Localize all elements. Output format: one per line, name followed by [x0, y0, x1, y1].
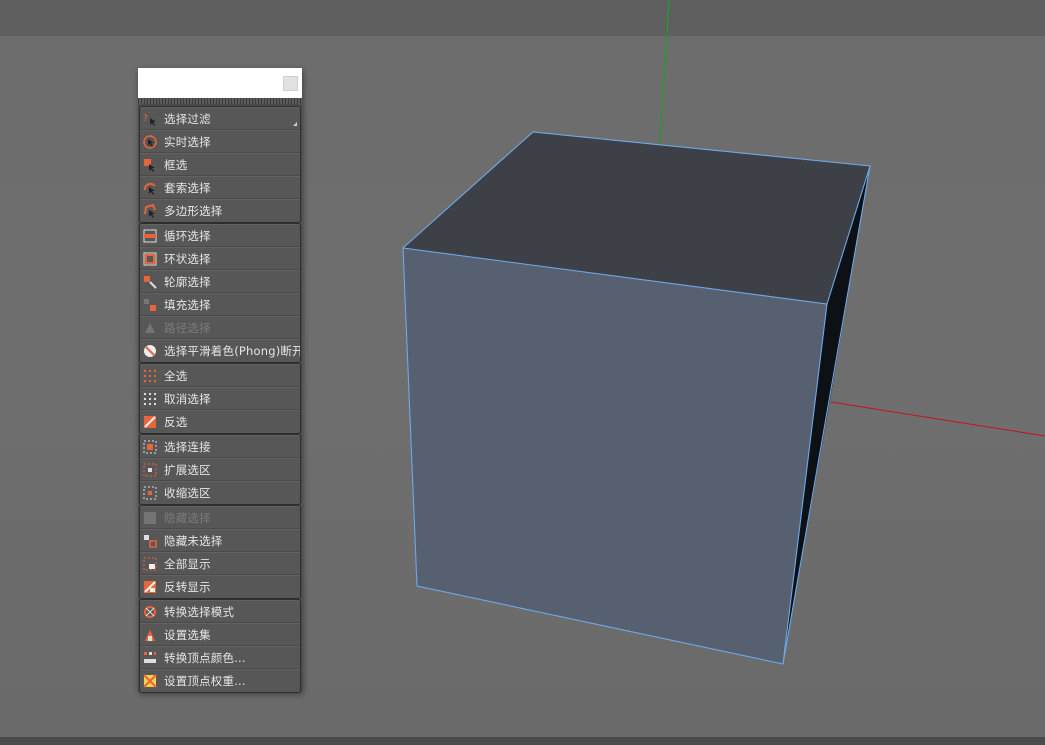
menu-item-select-filter[interactable]: ? 选择过滤: [140, 107, 300, 130]
menu-group-conversion: 转换选择模式 设置选集 转换顶点颜色... 设置顶点权重...: [139, 599, 301, 693]
ring-select-icon: [142, 252, 158, 266]
invert-select-icon: [142, 415, 158, 429]
loop-select-icon: [142, 229, 158, 243]
box-select-icon: [142, 158, 158, 172]
menu-item-deselect[interactable]: 取消选择: [140, 387, 300, 410]
menu-item-fill-select[interactable]: 填充选择: [140, 293, 300, 316]
menu-item-invert-select[interactable]: 反选: [140, 410, 300, 433]
menu-group-selection-range: 选择连接 扩展选区 收缩选区: [139, 434, 301, 505]
panel-drag-grip[interactable]: [138, 98, 302, 104]
svg-text:?: ?: [143, 114, 148, 124]
menu-item-convert-selection[interactable]: 转换选择模式: [140, 600, 300, 623]
cube-front-face[interactable]: [403, 248, 827, 664]
menu-item-live-select[interactable]: 实时选择: [140, 130, 300, 153]
menu-item-shrink-selection[interactable]: 收缩选区: [140, 481, 300, 504]
lasso-select-icon: [142, 181, 158, 195]
menu-group-loop-tools: 循环选择 环状选择 轮廓选择 填充选择 路径选择 选择平滑着色(Phong)断开: [139, 223, 301, 363]
menu-group-select-tools: ? 选择过滤 实时选择 框选 套索选择 多边形选择: [139, 106, 301, 223]
live-select-icon: [142, 134, 158, 149]
menu-item-invert-visibility[interactable]: 反转显示: [140, 575, 300, 598]
menu-item-phong-break-select[interactable]: 选择平滑着色(Phong)断开: [140, 339, 300, 362]
shrink-selection-icon: [142, 486, 158, 500]
invert-visibility-icon: [142, 580, 158, 594]
menu-item-unhide-all[interactable]: 全部显示: [140, 552, 300, 575]
menu-item-hide-unselected[interactable]: 隐藏未选择: [140, 529, 300, 552]
unhide-all-icon: [142, 557, 158, 571]
x-axis-line: [830, 401, 1045, 437]
panel-close-button[interactable]: [283, 76, 298, 91]
outline-select-icon: [142, 275, 158, 289]
hide-unselected-icon: [142, 534, 158, 548]
menu-item-polygon-select[interactable]: 多边形选择: [140, 199, 300, 222]
filter-icon: ?: [142, 112, 158, 126]
3d-viewport[interactable]: ? 选择过滤 实时选择 框选 套索选择 多边形选择 循环选择 环状选择 轮廓选择…: [0, 0, 1045, 745]
polygon-select-icon: [142, 204, 158, 218]
select-all-icon: [142, 369, 158, 383]
path-select-icon: [142, 321, 158, 335]
menu-item-loop-select[interactable]: 循环选择: [140, 224, 300, 247]
convert-selection-icon: [142, 605, 158, 619]
deselect-icon: [142, 392, 158, 406]
set-selection-icon: [142, 628, 158, 642]
menu-item-select-connected[interactable]: 选择连接: [140, 435, 300, 458]
menu-item-path-select[interactable]: 路径选择: [140, 316, 300, 339]
menu-item-grow-selection[interactable]: 扩展选区: [140, 458, 300, 481]
menu-item-convert-vertex-color[interactable]: 转换顶点颜色...: [140, 646, 300, 669]
select-connected-icon: [142, 440, 158, 454]
menu-item-outline-select[interactable]: 轮廓选择: [140, 270, 300, 293]
menu-item-hide-selected[interactable]: 隐藏选择: [140, 506, 300, 529]
submenu-arrow-icon: [293, 122, 297, 126]
phong-break-icon: [142, 344, 158, 358]
menu-item-lasso-select[interactable]: 套索选择: [140, 176, 300, 199]
menu-item-ring-select[interactable]: 环状选择: [140, 247, 300, 270]
panel-title-bar[interactable]: [138, 68, 302, 98]
set-vertex-weight-icon: [142, 674, 158, 688]
grow-selection-icon: [142, 463, 158, 477]
convert-vertex-color-icon: [142, 651, 158, 665]
menu-item-select-all[interactable]: 全选: [140, 364, 300, 387]
menu-item-box-select[interactable]: 框选: [140, 153, 300, 176]
hide-selected-icon: [142, 511, 158, 525]
menu-item-set-selection[interactable]: 设置选集: [140, 623, 300, 646]
fill-select-icon: [142, 298, 158, 312]
menu-group-visibility: 隐藏选择 隐藏未选择 全部显示 反转显示: [139, 505, 301, 599]
menu-item-set-vertex-weight[interactable]: 设置顶点权重...: [140, 669, 300, 692]
menu-group-select-all: 全选 取消选择 反选: [139, 363, 301, 434]
selection-menu-panel[interactable]: ? 选择过滤 实时选择 框选 套索选择 多边形选择 循环选择 环状选择 轮廓选择…: [138, 68, 302, 693]
